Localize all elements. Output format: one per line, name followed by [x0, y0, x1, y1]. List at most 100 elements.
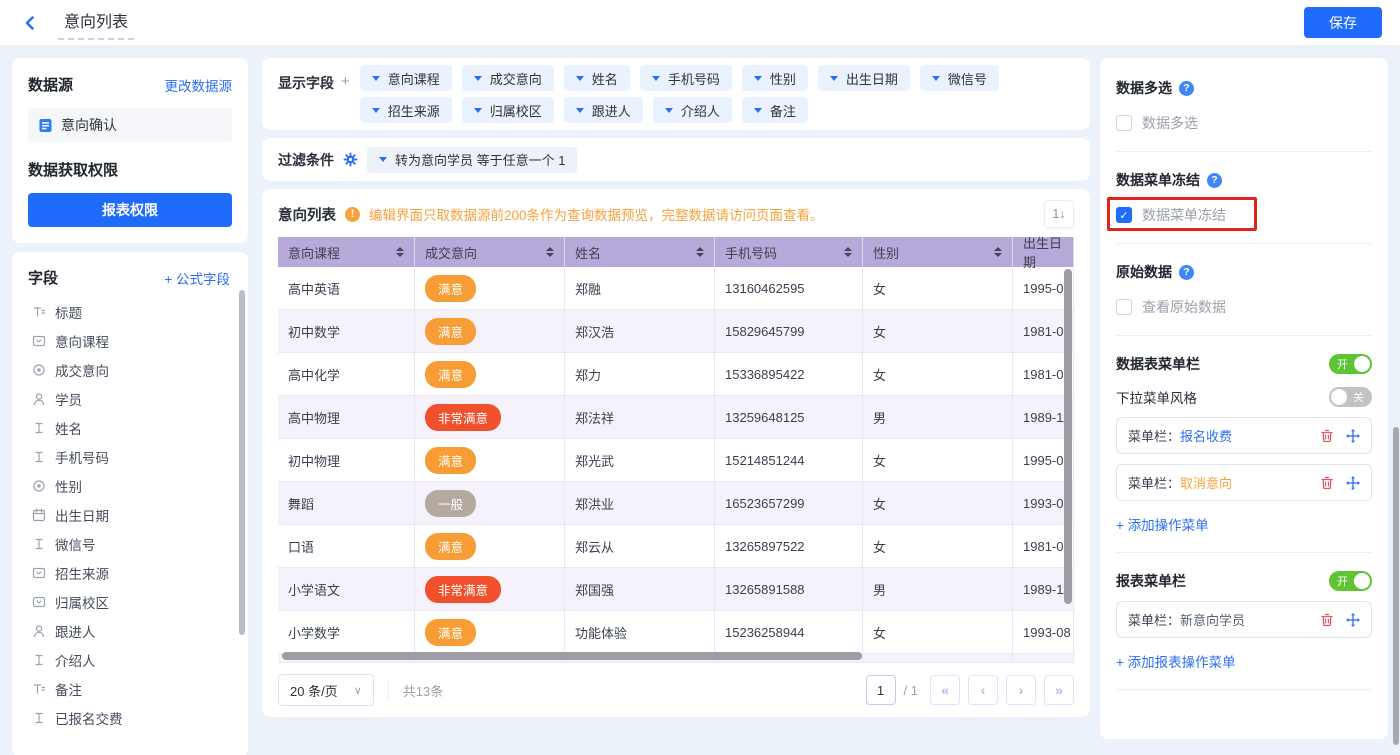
checkbox-unchecked[interactable]: [1116, 299, 1132, 315]
chip-label: 归属校区: [490, 101, 542, 120]
field-item-intent-course[interactable]: 意向课程: [28, 330, 236, 352]
report-menu-toggle[interactable]: 开: [1329, 571, 1372, 591]
column-header-birth[interactable]: 出生日期: [1013, 237, 1074, 267]
prev-page-button[interactable]: ‹: [968, 675, 998, 705]
cell-name: 郑光武: [575, 451, 614, 470]
add-action-menu-link[interactable]: + 添加操作菜单: [1116, 514, 1209, 534]
checkbox-unchecked[interactable]: [1116, 115, 1132, 131]
page-number-input[interactable]: 1: [866, 675, 896, 705]
sort-order-button[interactable]: 1↓: [1044, 200, 1074, 228]
field-item-deal-intent[interactable]: 成交意向: [28, 359, 236, 381]
change-datasource-link[interactable]: 更改数据源: [165, 75, 233, 95]
first-page-button[interactable]: «: [930, 675, 960, 705]
add-formula-field-link[interactable]: + 公式字段: [164, 268, 230, 288]
sort-arrows-icon: [844, 247, 852, 257]
person-icon: [32, 392, 46, 406]
cell-gender: 女: [873, 279, 886, 298]
field-chip[interactable]: 成交意向: [462, 65, 554, 91]
add-display-field-button[interactable]: +: [341, 73, 350, 90]
multi-select-checkbox-row[interactable]: 数据多选: [1116, 113, 1198, 133]
field-item-paid[interactable]: 已报名交费: [28, 707, 236, 729]
last-page-button[interactable]: »: [1044, 675, 1074, 705]
page-title[interactable]: 意向列表: [58, 6, 134, 40]
raw-data-checkbox-row[interactable]: 查看原始数据: [1116, 297, 1226, 317]
field-item-title[interactable]: 标题: [28, 301, 236, 323]
table-card: 意向列表 ! 编辑界面只取数据源前200条作为查询数据预览，完整数据请访问页面查…: [262, 189, 1090, 717]
field-item-birthday[interactable]: 出生日期: [28, 504, 236, 526]
checkbox-checked[interactable]: ✓: [1116, 207, 1132, 223]
field-list-scrollbar[interactable]: [239, 290, 245, 635]
field-chip[interactable]: 跟进人: [564, 97, 643, 123]
field-chip[interactable]: 归属校区: [462, 97, 554, 123]
menu-item-value[interactable]: 新意向学员: [1180, 610, 1245, 629]
cell-birth: 1989-11: [1023, 410, 1070, 425]
menu-freeze-checkbox-row[interactable]: ✓ 数据菜单冻结: [1116, 205, 1226, 225]
field-chip[interactable]: 出生日期: [818, 65, 910, 91]
delete-icon[interactable]: [1320, 613, 1334, 627]
column-header-gender[interactable]: 性别: [863, 237, 1013, 267]
field-item-campus[interactable]: 归属校区: [28, 591, 236, 613]
dropdown-style-toggle[interactable]: 关: [1329, 387, 1372, 407]
field-chip[interactable]: 介绍人: [653, 97, 732, 123]
column-label: 性别: [873, 243, 899, 262]
report-permission-button[interactable]: 报表权限: [28, 193, 232, 227]
checkbox-label: 数据多选: [1142, 113, 1198, 133]
delete-icon[interactable]: [1320, 429, 1334, 443]
column-header-course[interactable]: 意向课程: [278, 237, 415, 267]
field-item-remark[interactable]: 备注: [28, 678, 236, 700]
field-item-name[interactable]: 姓名: [28, 417, 236, 439]
page-size-select[interactable]: 20 条/页 ∨: [278, 674, 374, 706]
help-icon[interactable]: ?: [1179, 265, 1194, 280]
column-label: 意向课程: [288, 243, 340, 262]
next-page-button[interactable]: ›: [1006, 675, 1036, 705]
field-chip[interactable]: 备注: [742, 97, 808, 123]
field-chip[interactable]: 招生来源: [360, 97, 452, 123]
field-item-label: 学员: [55, 389, 82, 409]
gear-icon[interactable]: [343, 152, 358, 167]
menu-item-value[interactable]: 取消意向: [1180, 473, 1232, 492]
cell-course: 口语: [288, 537, 314, 556]
field-item-label: 手机号码: [55, 447, 109, 467]
back-button[interactable]: [18, 11, 42, 35]
add-report-menu-link[interactable]: + 添加报表操作菜单: [1116, 651, 1236, 671]
save-button[interactable]: 保存: [1304, 7, 1382, 38]
column-header-intent[interactable]: 成交意向: [415, 237, 565, 267]
column-header-phone[interactable]: 手机号码: [715, 237, 863, 267]
menu-item-value[interactable]: 报名收费: [1180, 426, 1232, 445]
field-chip[interactable]: 微信号: [920, 65, 999, 91]
section-title: 原始数据: [1116, 262, 1172, 282]
field-item-wechat[interactable]: 微信号: [28, 533, 236, 555]
table-horizontal-scrollbar[interactable]: [282, 652, 862, 660]
sort-arrows-icon: [546, 247, 554, 257]
move-icon[interactable]: [1346, 429, 1360, 443]
field-item-gender[interactable]: 性别: [28, 475, 236, 497]
cell-name: 郑国强: [575, 580, 614, 599]
filter-chip-label: 转为意向学员 等于任意一个 1: [395, 150, 565, 169]
table-menu-toggle[interactable]: 开: [1329, 354, 1372, 374]
field-chip[interactable]: 手机号码: [640, 65, 732, 91]
delete-icon[interactable]: [1320, 476, 1334, 490]
page-size-value: 20 条/页: [290, 681, 338, 700]
text-icon: [32, 711, 46, 725]
filter-chip[interactable]: 转为意向学员 等于任意一个 1: [367, 147, 577, 173]
field-chip[interactable]: 性别: [742, 65, 808, 91]
divider: [1116, 552, 1372, 553]
help-icon[interactable]: ?: [1207, 173, 1222, 188]
field-item-phone[interactable]: 手机号码: [28, 446, 236, 468]
help-icon[interactable]: ?: [1179, 81, 1194, 96]
table-vertical-scrollbar[interactable]: [1064, 269, 1072, 604]
field-item-referrer[interactable]: 介绍人: [28, 649, 236, 671]
move-icon[interactable]: [1346, 613, 1360, 627]
move-icon[interactable]: [1346, 476, 1360, 490]
text-icon: [32, 421, 46, 435]
field-item-label: 微信号: [55, 534, 96, 554]
window-scrollbar[interactable]: [1393, 427, 1399, 745]
field-chip[interactable]: 意向课程: [360, 65, 452, 91]
datasource-item[interactable]: 意向确认: [28, 108, 232, 142]
field-item-source[interactable]: 招生来源: [28, 562, 236, 584]
field-item-student[interactable]: 学员: [28, 388, 236, 410]
field-chip[interactable]: 姓名: [564, 65, 630, 91]
column-header-name[interactable]: 姓名: [565, 237, 715, 267]
chevron-down-icon: [665, 108, 673, 113]
field-item-follower[interactable]: 跟进人: [28, 620, 236, 642]
